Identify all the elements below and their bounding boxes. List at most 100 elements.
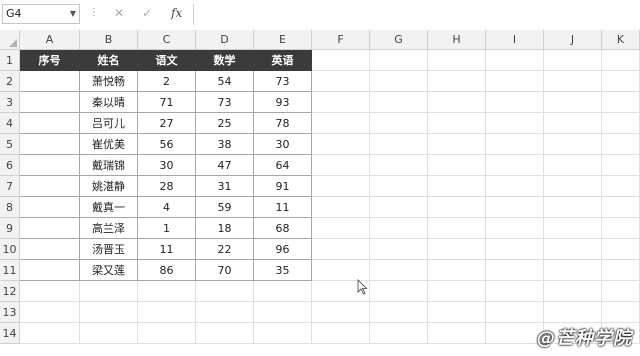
cell-j8[interactable]	[544, 197, 602, 218]
cell-c8[interactable]: 4	[138, 197, 196, 218]
cell-d11[interactable]: 70	[196, 260, 254, 281]
cell-c5[interactable]: 56	[138, 134, 196, 155]
cell-f9[interactable]	[312, 218, 370, 239]
cell-b10[interactable]: 汤晋玉	[80, 239, 138, 260]
cell-f2[interactable]	[312, 71, 370, 92]
cell-i9[interactable]	[486, 218, 544, 239]
cell-b14[interactable]	[80, 323, 138, 344]
cell-j9[interactable]	[544, 218, 602, 239]
cell-b13[interactable]	[80, 302, 138, 323]
cell-c6[interactable]: 30	[138, 155, 196, 176]
cell-c2[interactable]: 2	[138, 71, 196, 92]
cell-d13[interactable]	[196, 302, 254, 323]
cell-c1[interactable]: 语文	[138, 50, 196, 71]
cell-f5[interactable]	[312, 134, 370, 155]
cell-g10[interactable]	[370, 239, 428, 260]
cell-g9[interactable]	[370, 218, 428, 239]
cell-a7[interactable]	[20, 176, 80, 197]
row-header-13[interactable]: 13	[0, 302, 20, 323]
column-header-h[interactable]: H	[428, 30, 486, 50]
cell-i8[interactable]	[486, 197, 544, 218]
row-header-10[interactable]: 10	[0, 239, 20, 260]
cell-a13[interactable]	[20, 302, 80, 323]
cell-d12[interactable]	[196, 281, 254, 302]
cell-c12[interactable]	[138, 281, 196, 302]
cell-e1[interactable]: 英语	[254, 50, 312, 71]
cell-g14[interactable]	[370, 323, 428, 344]
cell-j12[interactable]	[544, 281, 602, 302]
cell-j10[interactable]	[544, 239, 602, 260]
cell-a14[interactable]	[20, 323, 80, 344]
cell-c4[interactable]: 27	[138, 113, 196, 134]
cell-k11[interactable]	[602, 260, 640, 281]
cell-i11[interactable]	[486, 260, 544, 281]
cell-g3[interactable]	[370, 92, 428, 113]
cell-k7[interactable]	[602, 176, 640, 197]
formula-input[interactable]	[193, 4, 640, 25]
cell-j1[interactable]	[544, 50, 602, 71]
cell-j3[interactable]	[544, 92, 602, 113]
cell-h12[interactable]	[428, 281, 486, 302]
cell-g8[interactable]	[370, 197, 428, 218]
cell-h5[interactable]	[428, 134, 486, 155]
cell-c3[interactable]: 71	[138, 92, 196, 113]
cell-f6[interactable]	[312, 155, 370, 176]
cell-a9[interactable]	[20, 218, 80, 239]
name-box[interactable]: G4 ▼	[2, 4, 80, 24]
cell-h11[interactable]	[428, 260, 486, 281]
cell-a4[interactable]	[20, 113, 80, 134]
row-header-5[interactable]: 5	[0, 134, 20, 155]
row-header-1[interactable]: 1	[0, 50, 20, 71]
cell-c7[interactable]: 28	[138, 176, 196, 197]
column-header-c[interactable]: C	[138, 30, 196, 50]
column-header-k[interactable]: K	[602, 30, 640, 50]
cell-g6[interactable]	[370, 155, 428, 176]
cell-h3[interactable]	[428, 92, 486, 113]
cell-h9[interactable]	[428, 218, 486, 239]
cell-k4[interactable]	[602, 113, 640, 134]
cell-d4[interactable]: 25	[196, 113, 254, 134]
cell-a3[interactable]	[20, 92, 80, 113]
cell-d6[interactable]: 47	[196, 155, 254, 176]
cell-e4[interactable]: 78	[254, 113, 312, 134]
cell-b1[interactable]: 姓名	[80, 50, 138, 71]
cell-d2[interactable]: 54	[196, 71, 254, 92]
cell-e10[interactable]: 96	[254, 239, 312, 260]
cell-e3[interactable]: 93	[254, 92, 312, 113]
cell-a2[interactable]	[20, 71, 80, 92]
cell-b12[interactable]	[80, 281, 138, 302]
cell-i7[interactable]	[486, 176, 544, 197]
row-header-8[interactable]: 8	[0, 197, 20, 218]
cell-f8[interactable]	[312, 197, 370, 218]
cell-a11[interactable]	[20, 260, 80, 281]
cell-b6[interactable]: 戴瑞锦	[80, 155, 138, 176]
cell-d5[interactable]: 38	[196, 134, 254, 155]
cell-h4[interactable]	[428, 113, 486, 134]
cell-i6[interactable]	[486, 155, 544, 176]
cell-d8[interactable]: 59	[196, 197, 254, 218]
cell-k2[interactable]	[602, 71, 640, 92]
cell-k12[interactable]	[602, 281, 640, 302]
select-all-corner[interactable]	[0, 30, 20, 50]
cell-f10[interactable]	[312, 239, 370, 260]
row-header-9[interactable]: 9	[0, 218, 20, 239]
chevron-down-icon[interactable]: ▼	[70, 5, 76, 23]
cell-i10[interactable]	[486, 239, 544, 260]
cell-j6[interactable]	[544, 155, 602, 176]
cell-b3[interactable]: 秦以晴	[80, 92, 138, 113]
cell-b8[interactable]: 戴真一	[80, 197, 138, 218]
cell-a10[interactable]	[20, 239, 80, 260]
cell-k9[interactable]	[602, 218, 640, 239]
cell-d14[interactable]	[196, 323, 254, 344]
row-header-14[interactable]: 14	[0, 323, 20, 344]
cell-i3[interactable]	[486, 92, 544, 113]
cell-c11[interactable]: 86	[138, 260, 196, 281]
cell-b7[interactable]: 姚湛静	[80, 176, 138, 197]
cell-b11[interactable]: 梁又莲	[80, 260, 138, 281]
insert-function-button[interactable]: fx	[171, 6, 182, 20]
cell-h1[interactable]	[428, 50, 486, 71]
cell-d7[interactable]: 31	[196, 176, 254, 197]
row-header-3[interactable]: 3	[0, 92, 20, 113]
cell-k13[interactable]	[602, 302, 640, 323]
cell-d10[interactable]: 22	[196, 239, 254, 260]
